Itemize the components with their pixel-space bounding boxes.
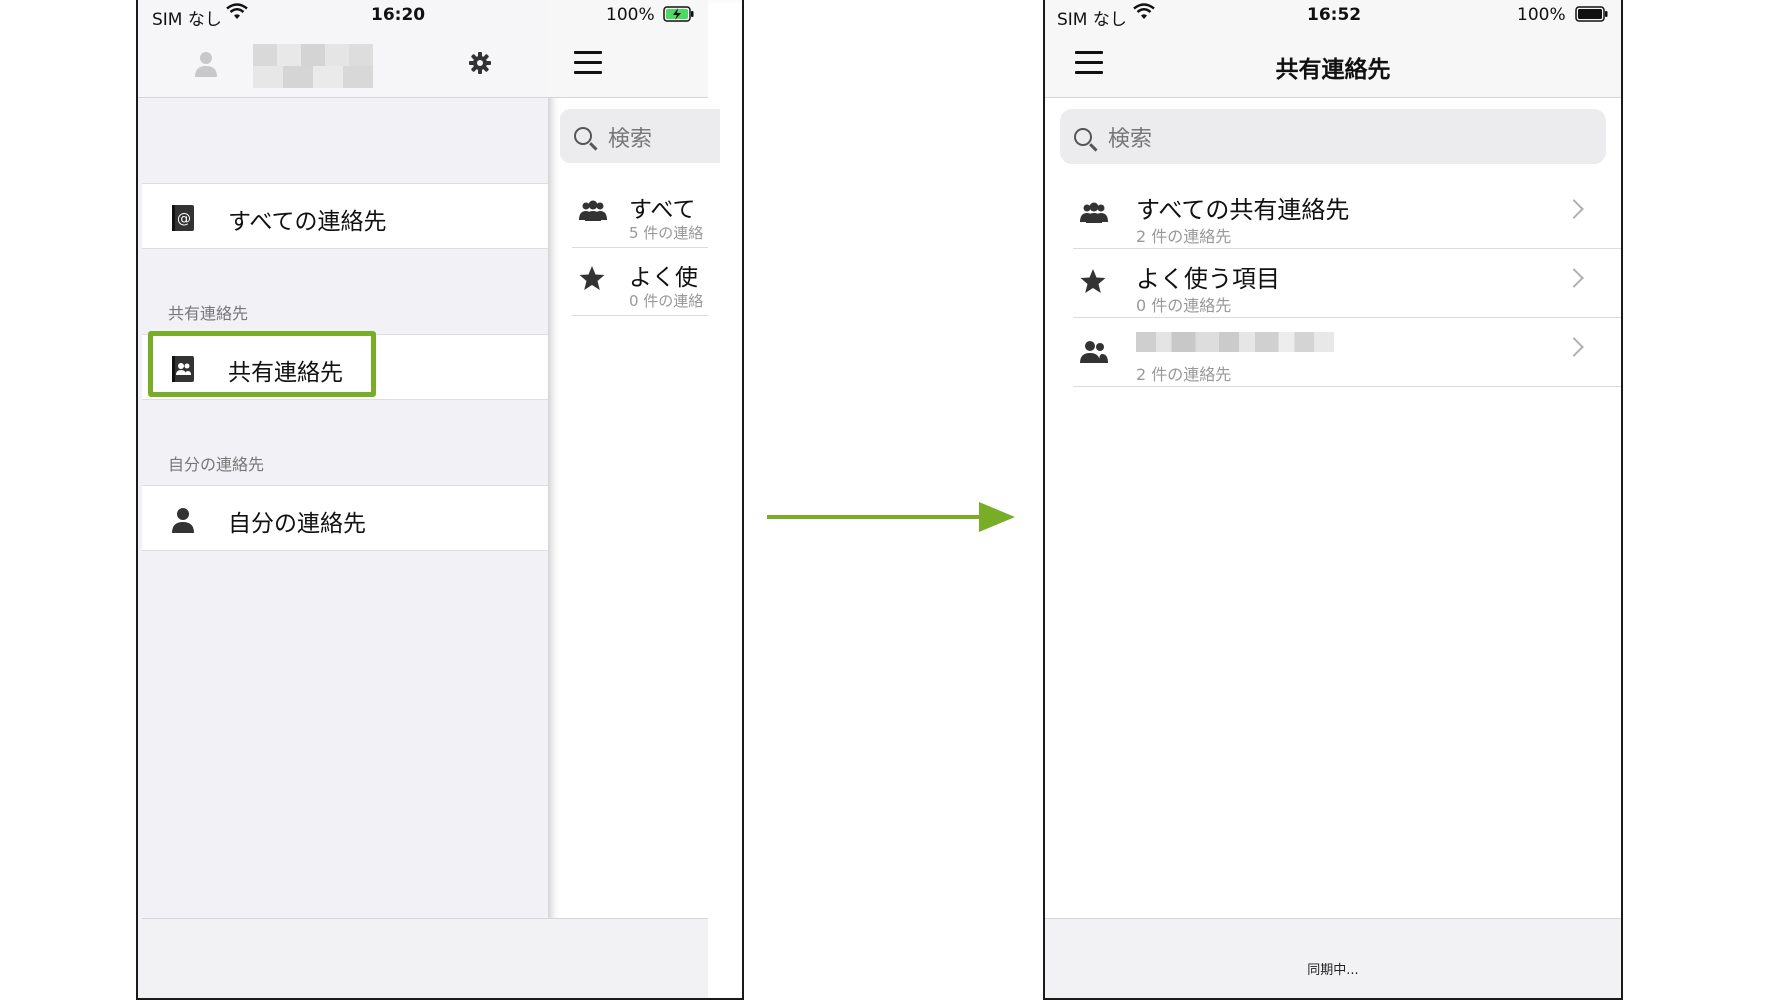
row-title: すべて: [629, 197, 696, 223]
drawer-item-label: 自分の連絡先: [228, 511, 366, 537]
chevron-right-icon: [1564, 268, 1584, 288]
list-item-shared-group[interactable]: 2 件の連絡先: [1073, 318, 1621, 387]
list-item[interactable]: すべて 5 件の連絡: [572, 180, 708, 248]
search-placeholder: 検索: [608, 127, 653, 152]
group-icon: [1079, 202, 1109, 228]
drawer-header: SIM なし 16:20: [138, 0, 548, 98]
address-book-at-icon: @: [170, 204, 196, 232]
drawer-item-my-contacts[interactable]: 自分の連絡先: [142, 485, 548, 551]
chevron-right-icon: [1564, 337, 1584, 357]
drawer-item-all-contacts[interactable]: @ すべての連絡先: [142, 183, 548, 249]
avatar-icon[interactable]: [194, 50, 218, 78]
star-icon: [1079, 267, 1107, 299]
left-phone-screenshot: SIM なし 16:20 @ すべての連絡先 共有連絡先 共有連絡先 自分の連絡…: [136, 0, 744, 1000]
status-bar: SIM なし 16:52 100%: [1045, 0, 1621, 30]
list-item[interactable]: よく使 0 件の連絡: [572, 248, 708, 316]
blurred-group-name: [1136, 332, 1334, 352]
sync-status: 同期中...: [1307, 963, 1359, 978]
wifi-icon: [226, 3, 248, 26]
blurred-account-name: [253, 44, 373, 88]
search-icon: [574, 127, 592, 145]
carrier-label: SIM なし: [1057, 10, 1127, 30]
status-time: 16:52: [1307, 5, 1362, 25]
battery-percent: 100%: [606, 5, 655, 25]
navigation-bar: SIM なし 16:52 100% 共有連絡先: [1045, 0, 1621, 98]
row-subtitle: 0 件の連絡: [629, 292, 704, 310]
menu-icon[interactable]: [574, 51, 602, 75]
search-input[interactable]: 検索: [560, 109, 720, 163]
transition-arrow-line: [767, 515, 981, 519]
list-item-all-shared[interactable]: すべての共有連絡先 2 件の連絡先: [1073, 180, 1621, 249]
row-subtitle: 5 件の連絡: [629, 224, 704, 242]
carrier-label: SIM なし: [152, 10, 222, 30]
star-icon: [578, 264, 606, 296]
row-title: よく使: [629, 265, 698, 291]
page-title: 共有連絡先: [1275, 57, 1391, 83]
navigation-drawer: SIM なし 16:20 @ すべての連絡先 共有連絡先 共有連絡先 自分の連絡…: [138, 0, 548, 998]
row-subtitle: 0 件の連絡先: [1136, 296, 1232, 315]
person-icon: [170, 506, 196, 534]
gear-icon[interactable]: [468, 51, 492, 81]
row-title: すべての共有連絡先: [1136, 196, 1350, 224]
section-header-shared: 共有連絡先: [168, 304, 249, 323]
search-input[interactable]: 検索: [1060, 109, 1606, 164]
status-bar: SIM なし 16:20: [138, 0, 548, 30]
drawer-item-label: すべての連絡先: [228, 209, 387, 235]
list-item-favorites[interactable]: よく使う項目 0 件の連絡先: [1073, 249, 1621, 318]
status-time: 16:20: [371, 5, 426, 25]
drawer-footer: [142, 918, 548, 998]
section-header-my-contacts: 自分の連絡先: [168, 455, 265, 474]
search-placeholder: 検索: [1108, 127, 1153, 152]
wifi-icon: [1133, 3, 1155, 26]
row-subtitle: 2 件の連絡先: [1136, 227, 1232, 246]
battery-icon: [1575, 6, 1609, 27]
transition-arrow-head: [979, 502, 1015, 532]
chevron-right-icon: [1564, 199, 1584, 219]
group-icon: [578, 200, 608, 226]
battery-charging-icon: [663, 6, 695, 27]
row-title: よく使う項目: [1136, 265, 1280, 293]
footer-bar: 同期中...: [1045, 918, 1621, 998]
search-icon: [1074, 128, 1092, 146]
peek-header: 100%: [548, 0, 708, 98]
two-people-icon: [1079, 340, 1109, 368]
peek-footer: [548, 918, 708, 998]
highlight-box: [148, 331, 376, 397]
row-subtitle: 2 件の連絡先: [1136, 365, 1232, 384]
status-bar: 100%: [548, 0, 708, 30]
peeking-content-panel[interactable]: 100% 検索 すべて 5 件の連絡 よく使 0 件の連絡: [548, 0, 742, 998]
battery-percent: 100%: [1517, 5, 1566, 25]
right-phone-screenshot: SIM なし 16:52 100% 共有連絡先 検索 すべての共有連絡先 2 件…: [1043, 0, 1623, 1000]
svg-text:@: @: [177, 211, 191, 227]
